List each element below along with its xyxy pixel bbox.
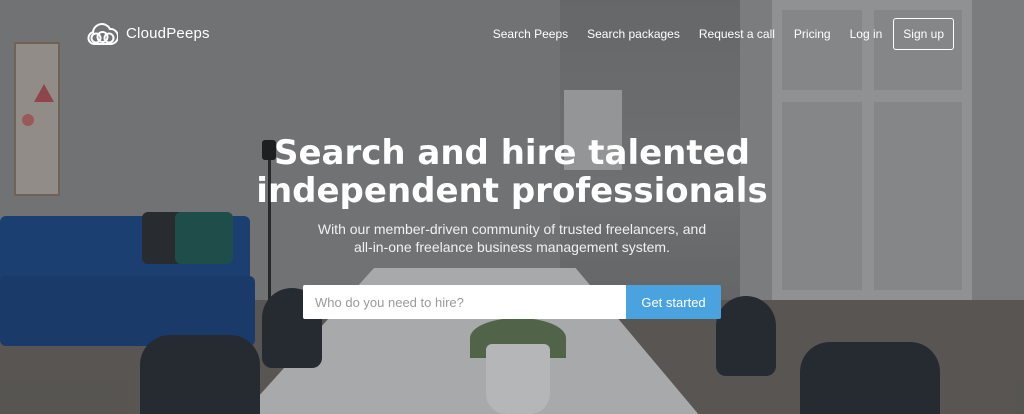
- nav-link-search-peeps[interactable]: Search Peeps: [493, 27, 568, 41]
- signup-button[interactable]: Sign up: [893, 18, 954, 50]
- nav-link-request-call[interactable]: Request a call: [699, 27, 775, 41]
- hero-subheading: With our member-driven community of trus…: [0, 220, 1024, 256]
- cloud-logo-icon: [87, 23, 118, 45]
- hero-section: CloudPeeps Search Peeps Search packages …: [0, 0, 1024, 414]
- brand-name: CloudPeeps: [126, 24, 210, 42]
- nav-link-search-packages[interactable]: Search packages: [587, 27, 680, 41]
- headline-line: Search and hire talented: [273, 133, 751, 173]
- subheading-line: all-in-one freelance business management…: [354, 239, 670, 255]
- hero-headline: Search and hire talented independent pro…: [0, 134, 1024, 210]
- headline-line: independent professionals: [256, 171, 768, 211]
- subheading-line: With our member-driven community of trus…: [317, 221, 707, 237]
- nav-link-pricing[interactable]: Pricing: [794, 27, 831, 41]
- hire-search-form: Get started: [303, 285, 721, 319]
- nav-links: Search Peeps Search packages Request a c…: [493, 18, 954, 50]
- top-navbar: CloudPeeps Search Peeps Search packages …: [0, 0, 1024, 66]
- nav-link-login[interactable]: Log in: [850, 27, 883, 41]
- get-started-button[interactable]: Get started: [626, 285, 721, 319]
- logo-link[interactable]: CloudPeeps: [86, 20, 210, 46]
- hire-search-input[interactable]: [303, 285, 626, 319]
